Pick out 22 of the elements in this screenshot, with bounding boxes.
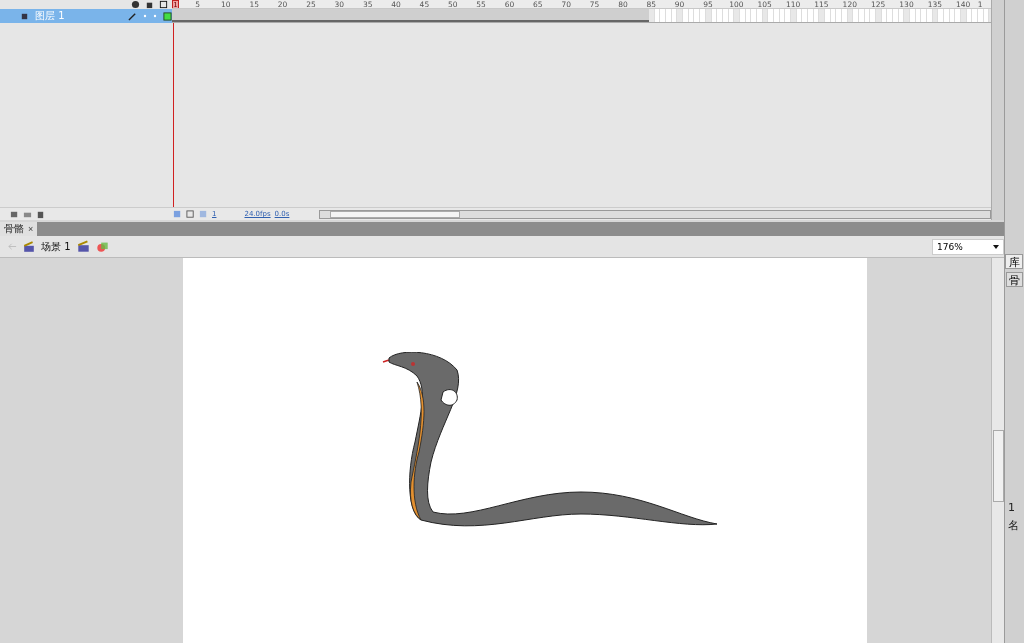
dot-icon[interactable]	[143, 14, 147, 18]
clapperboard-icon[interactable]	[76, 240, 90, 253]
panel-button[interactable]: 骨	[1006, 272, 1023, 287]
pencil-icon[interactable]	[128, 11, 137, 21]
scene-label: 场景 1	[41, 239, 71, 254]
item-count: 1	[1008, 501, 1016, 514]
document-tab[interactable]: 骨骼 ×	[0, 222, 38, 236]
frame-span[interactable]	[172, 9, 650, 22]
vertical-scrollbar[interactable]	[991, 258, 1004, 643]
eye-icon[interactable]	[131, 0, 140, 9]
vertical-scrollbar[interactable]	[991, 0, 1004, 220]
close-button[interactable]: ×	[28, 224, 34, 234]
clapperboard-icon[interactable]	[23, 240, 35, 253]
zoom-dropdown[interactable]: 176%	[932, 238, 1004, 255]
caret-icon	[993, 244, 999, 249]
horizontal-scrollbar[interactable]	[319, 209, 991, 219]
library-tab[interactable]: 库	[1005, 254, 1023, 269]
outline-icon[interactable]	[159, 0, 168, 9]
dot-icon[interactable]	[153, 14, 157, 18]
shapes-icon[interactable]	[95, 240, 109, 253]
column-header: 名	[1008, 518, 1020, 533]
outline-color-icon[interactable]	[163, 11, 172, 21]
